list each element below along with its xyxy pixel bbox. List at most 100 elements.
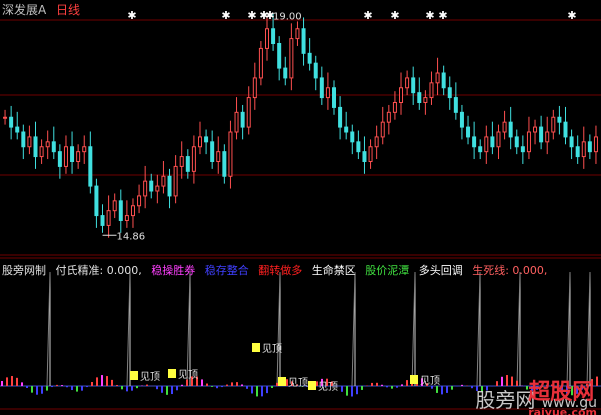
candle-body: [155, 185, 160, 192]
top-marker-label: 见顶: [140, 371, 160, 383]
candle-body: [33, 136, 38, 158]
candle-body: [307, 52, 312, 64]
candle-body: [277, 43, 282, 69]
candle-body: [70, 146, 75, 162]
candle-body: [319, 77, 324, 99]
candle-body: [563, 121, 568, 138]
candle-body: [417, 92, 422, 103]
candle-body: [490, 136, 495, 148]
candle-body: [216, 151, 221, 163]
candle-body: [76, 151, 81, 163]
chart-canvas: 19.0014.86✱ ✱ ✱ ✱✱ ✱ ✱ ✱ ✱ ✱见顶 见顶见顶见顶 见顶见顶: [0, 9, 601, 410]
candle-body: [362, 151, 367, 163]
candle-body: [380, 121, 385, 138]
candle-body: [258, 47, 263, 79]
candle-body: [295, 28, 300, 40]
candle-body: [386, 111, 391, 123]
top-marker-box: [278, 377, 286, 386]
candle-body: [27, 136, 32, 148]
candle-body: [405, 77, 410, 89]
indicator-label: 股价泥潭: [365, 264, 410, 277]
candle-body: [9, 116, 14, 128]
candle-body: [466, 126, 471, 138]
candle-body: [271, 28, 276, 44]
star-marker: ✱: [425, 9, 434, 22]
high-price-label: 19.00: [273, 11, 302, 22]
indicator-label: 稳存整合: [204, 264, 249, 277]
candle-body: [149, 180, 154, 192]
top-marker-box: [308, 381, 316, 390]
candle-body: [423, 97, 428, 104]
star-marker: ✱: [567, 9, 576, 22]
candle-body: [3, 116, 8, 119]
indicator-label: 付氏精准: 0.000,: [55, 264, 142, 277]
candle-body: [325, 87, 330, 99]
candle-body: [508, 121, 513, 138]
candle-body: [143, 180, 148, 197]
candle-body: [472, 136, 477, 148]
indicator-label: 稳操胜券: [151, 264, 196, 277]
candle-body: [496, 131, 501, 148]
candle-body: [252, 77, 257, 99]
candle-body: [15, 126, 20, 133]
candle-body: [167, 175, 172, 197]
candle-body: [447, 87, 452, 99]
candle-body: [338, 106, 343, 128]
top-marker-label: 见顶: [178, 369, 198, 381]
chart-header: 深发展A 日线: [2, 1, 80, 18]
top-marker-box: [252, 343, 260, 352]
candle-body: [118, 200, 123, 221]
candle-body: [392, 102, 397, 113]
top-marker-box: [168, 369, 176, 378]
candle-body: [313, 62, 318, 79]
candle-body: [137, 195, 142, 207]
stock-chart-window: 19.00 14.86 ✱ ✱ ✱ ✱ ✱ ✱ ✱ ✱ ✱ ✱ 见顶 见顶 见顶 见顶 见顶 见顶 深发展A 日线…: [0, 0, 601, 415]
star-marker: ✱: [247, 9, 256, 22]
candle-body: [350, 131, 355, 143]
candle-body: [581, 141, 586, 158]
candle-body: [429, 82, 434, 99]
candle-body: [478, 146, 483, 153]
candle-body: [112, 200, 117, 212]
top-marker-label: 见顶: [288, 377, 308, 389]
candle-body: [484, 136, 489, 153]
star-marker: ✱: [390, 9, 399, 22]
candle-body: [453, 97, 458, 113]
candle-body: [173, 165, 178, 197]
candle-body: [344, 126, 349, 133]
candle-body: [332, 87, 337, 108]
low-price-label: 14.86: [117, 231, 146, 242]
candle-body: [51, 141, 56, 153]
candle-body: [45, 141, 50, 148]
candle-body: [539, 126, 544, 143]
star-marker: ✱: [221, 9, 230, 22]
candle-body: [39, 146, 44, 158]
candle-body: [106, 210, 111, 226]
star-marker: ✱: [265, 9, 274, 22]
star-marker: ✱: [127, 9, 136, 22]
candle-body: [179, 156, 184, 167]
candle-body: [551, 116, 556, 133]
candle-body: [124, 215, 129, 221]
indicator-label: 多头回调: [418, 264, 463, 277]
candle-body: [57, 151, 62, 167]
candle-body: [441, 72, 446, 89]
candle-body: [514, 136, 519, 148]
candle-body: [88, 146, 93, 187]
candle-body: [161, 175, 166, 187]
candle-body: [411, 77, 416, 94]
period-label: 日线: [56, 3, 81, 17]
star-marker: ✱: [363, 9, 372, 22]
star-marker: ✱: [438, 9, 447, 22]
candle-body: [289, 38, 294, 79]
candle-body: [587, 141, 592, 153]
candle-body: [301, 28, 306, 54]
candle-body: [246, 97, 251, 128]
brand-watermark: 超股网 raiyue.com: [528, 380, 597, 415]
candle-body: [533, 126, 538, 133]
candle-body: [283, 67, 288, 79]
candle-body: [545, 131, 550, 143]
candle-body: [100, 215, 105, 226]
candle-body: [82, 146, 87, 153]
candle-body: [63, 146, 68, 167]
